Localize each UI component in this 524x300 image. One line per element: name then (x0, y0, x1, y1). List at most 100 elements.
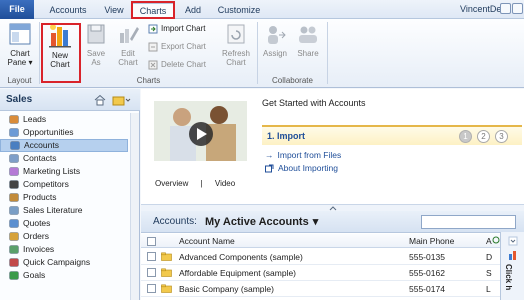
table-row[interactable]: Affordable Equipment (sample) 555-0162 S (141, 265, 513, 281)
sidebar-item-accounts[interactable]: Accounts (0, 139, 128, 152)
column-main-phone[interactable]: Main Phone (409, 236, 454, 246)
sidebar-item-invoices[interactable]: Invoices (0, 243, 128, 256)
sidebar-item-quotes[interactable]: Quotes (0, 217, 128, 230)
table-row[interactable]: Basic Company (sample) 555-0174 L (141, 281, 513, 297)
sidebar-item-sales-literature[interactable]: Sales Literature (0, 204, 128, 217)
share-icon (299, 26, 317, 43)
folder-menu-icon[interactable] (112, 94, 132, 106)
refresh-chart-label-1: Refresh (221, 49, 250, 58)
view-selector[interactable]: My Active Accounts ▾ (205, 215, 318, 229)
tab-charts[interactable]: Charts (132, 3, 174, 18)
new-chart-icon (49, 24, 71, 48)
import-from-files-link[interactable]: → Import from Files (265, 150, 341, 160)
new-chart-label-1: New (51, 51, 68, 60)
invoices-icon (9, 245, 19, 254)
sidebar-item-marketing-lists[interactable]: Marketing Lists (0, 165, 128, 178)
sidebar-item-contacts[interactable]: Contacts (0, 152, 128, 165)
row-checkbox[interactable] (147, 268, 156, 277)
assign-button[interactable]: Assign (260, 21, 290, 58)
sales-literature-icon (9, 206, 19, 215)
column-header-row: Account Name Main Phone A (141, 234, 513, 248)
save-as-icon (87, 24, 105, 44)
video-thumbnail[interactable] (154, 101, 247, 161)
chart-pane-icon (9, 23, 31, 45)
video-tab-separator: | (200, 179, 203, 188)
sidebar-item-competitors[interactable]: Competitors (0, 178, 128, 191)
assign-label: Assign (262, 49, 287, 58)
sidebar-item-goals[interactable]: Goals (0, 269, 128, 282)
edit-chart-icon (120, 27, 139, 43)
competitors-icon (9, 180, 19, 189)
accounts-icon (10, 141, 20, 150)
select-all-checkbox[interactable] (147, 237, 156, 246)
account-name-cell[interactable]: Advanced Components (sample) (179, 252, 303, 262)
row-checkbox[interactable] (147, 252, 156, 261)
main-phone-cell: 555-0162 (409, 268, 445, 278)
account-name-cell[interactable]: Basic Company (sample) (179, 284, 274, 294)
import-chart-icon (148, 24, 158, 34)
marketing-lists-icon (9, 167, 19, 176)
about-importing-link[interactable]: About Importing (265, 163, 338, 173)
delete-chart-label: Delete Chart (161, 60, 206, 69)
quotes-icon (9, 219, 19, 228)
arrow-right-icon: → (265, 150, 274, 160)
notifications-icon[interactable] (500, 3, 511, 14)
help-icon[interactable] (512, 3, 523, 14)
chart-pane-button[interactable]: Chart Pane ▾ (3, 21, 37, 67)
export-chart-button[interactable]: Export Chart (148, 41, 206, 53)
column-account-name[interactable]: Account Name (179, 236, 235, 246)
account-record-icon (161, 268, 172, 277)
table-row[interactable]: Advanced Components (sample) 555-0135 D (141, 249, 513, 265)
tab-view[interactable]: View (100, 3, 128, 18)
step-2[interactable]: 2 (477, 130, 490, 143)
view-name: My Active Accounts (205, 215, 309, 228)
share-label: Share (297, 49, 319, 58)
contacts-icon (9, 154, 19, 163)
tab-video[interactable]: Video (215, 179, 235, 188)
orders-icon (9, 232, 19, 241)
tab-file[interactable]: File (0, 0, 34, 19)
column-extra[interactable]: A (486, 236, 500, 246)
step-3[interactable]: 3 (495, 130, 508, 143)
account-record-icon (161, 252, 172, 261)
group-label-layout: Layout (7, 76, 32, 85)
new-chart-button[interactable]: New Chart (42, 21, 78, 69)
external-window-icon (265, 164, 274, 172)
grid-header: Accounts: My Active Accounts ▾ (141, 211, 524, 233)
tab-customize[interactable]: Customize (214, 3, 264, 18)
tab-add[interactable]: Add (180, 3, 206, 18)
refresh-chart-label-2: Chart (226, 58, 246, 67)
sidebar-item-label: Invoices (23, 244, 55, 254)
assign-icon (268, 26, 286, 44)
nav-scrollbar[interactable] (130, 113, 139, 300)
sidebar-item-label: Sales Literature (23, 205, 83, 215)
sidebar-item-leads[interactable]: Leads (0, 113, 128, 126)
sidebar-item-quick-campaigns[interactable]: Quick Campaigns (0, 256, 128, 269)
user-name[interactable]: VincentDev (460, 3, 506, 16)
share-button[interactable]: Share (293, 21, 323, 58)
nav-title: Sales (6, 94, 33, 105)
edit-chart-button[interactable]: Edit Chart (113, 21, 143, 67)
sidebar-item-products[interactable]: Products (0, 191, 128, 204)
import-chart-button[interactable]: Import Chart (148, 23, 205, 35)
tab-accounts[interactable]: Accounts (46, 3, 90, 18)
sidebar-item-opportunities[interactable]: Opportunities (0, 126, 128, 139)
delete-chart-button[interactable]: Delete Chart (148, 59, 206, 71)
sidebar-item-orders[interactable]: Orders (0, 230, 128, 243)
refresh-chart-button[interactable]: Refresh Chart (218, 21, 254, 67)
right-side-strip[interactable]: Click h (500, 232, 524, 300)
tab-overview[interactable]: Overview (155, 179, 188, 188)
search-input[interactable] (421, 215, 516, 229)
get-started-title: Get Started with Accounts (262, 98, 366, 108)
new-chart-label-2: Chart (50, 60, 70, 69)
opportunities-icon (9, 128, 19, 137)
account-name-cell[interactable]: Affordable Equipment (sample) (179, 268, 296, 278)
home-icon[interactable] (94, 94, 106, 106)
row-checkbox[interactable] (147, 284, 156, 293)
save-as-button[interactable]: Save As (82, 21, 110, 67)
sidebar-item-label: Quick Campaigns (23, 257, 91, 267)
import-from-files-label: Import from Files (277, 150, 342, 160)
step-1[interactable]: 1 (459, 130, 472, 143)
nav-list: Leads Opportunities Accounts Contacts Market… (0, 113, 128, 282)
extra-cell: S (486, 268, 492, 278)
